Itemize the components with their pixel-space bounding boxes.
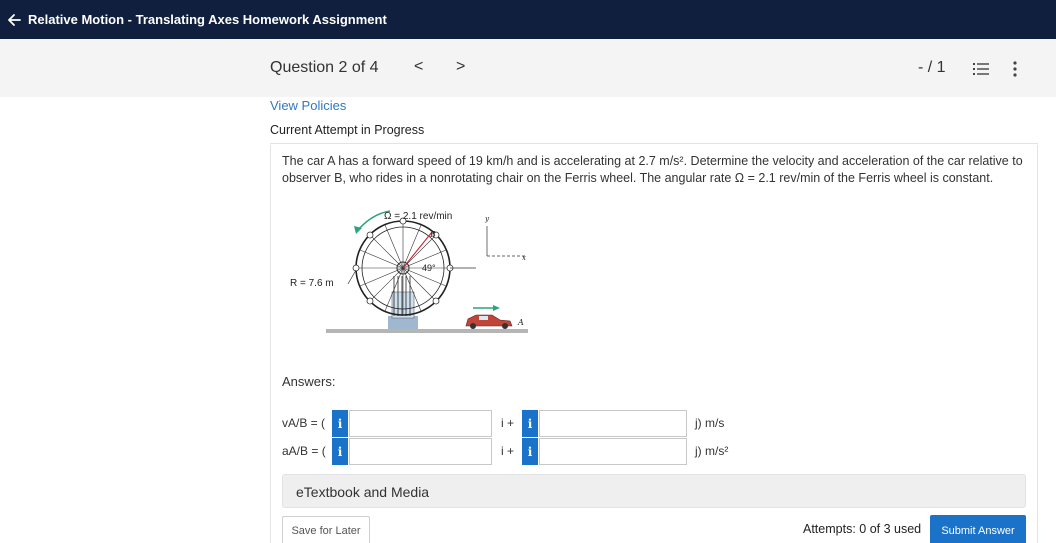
problem-figure: B 49° Ω = 2.1 rev/min R = 7.6 m y x A [280, 204, 532, 346]
axis-y-label: y [484, 215, 490, 223]
velocity-unit: j) m/s [695, 416, 725, 430]
acceleration-j-input[interactable] [539, 438, 687, 465]
next-question-button[interactable]: > [456, 58, 465, 76]
acceleration-mid-label: i + [501, 444, 515, 458]
point-a-label: A [517, 318, 524, 327]
list-icon[interactable] [973, 62, 989, 81]
omega-label: Ω = 2.1 rev/min [384, 211, 452, 222]
point-b-label: B [429, 230, 436, 239]
angle-label: 49° [422, 263, 436, 273]
velocity-label: vA/B = ( [282, 416, 326, 430]
velocity-mid-label: i + [501, 416, 515, 430]
radius-label: R = 7.6 m [290, 278, 334, 289]
more-vertical-icon[interactable] [1012, 61, 1018, 82]
question-score: - / 1 [918, 59, 946, 76]
question-counter: Question 2 of 4 [270, 59, 379, 76]
save-for-later-button[interactable]: Save for Later [282, 516, 370, 543]
etextbook-media-toggle[interactable]: eTextbook and Media [282, 474, 1026, 508]
previous-question-button[interactable]: < [414, 58, 423, 76]
submit-answer-button[interactable]: Submit Answer [930, 515, 1026, 543]
assignment-title: Relative Motion - Translating Axes Homew… [28, 12, 387, 27]
axis-x-label: x [522, 254, 526, 262]
car-icon [465, 314, 513, 329]
velocity-j-input[interactable] [539, 410, 687, 437]
top-header: Relative Motion - Translating Axes Homew… [0, 0, 1056, 39]
info-icon[interactable]: i [332, 410, 348, 437]
etextbook-label: eTextbook and Media [296, 484, 430, 500]
acceleration-answer-row: aA/B = ( i i + i j) m/s² [282, 438, 1022, 465]
view-policies-link[interactable]: View Policies [270, 98, 346, 113]
acceleration-i-input[interactable] [349, 438, 492, 465]
ferris-wheel-diagram: B 49° Ω = 2.1 rev/min R = 7.6 m y x A [290, 210, 528, 333]
question-bar: Question 2 of 4 < > - / 1 [0, 39, 1056, 97]
info-icon[interactable]: i [522, 410, 538, 437]
answers-heading: Answers: [282, 374, 336, 389]
divider [270, 143, 1038, 144]
acceleration-label: aA/B = ( [282, 444, 326, 458]
attempts-counter: Attempts: 0 of 3 used [803, 522, 922, 536]
problem-statement: The car A has a forward speed of 19 km/h… [282, 154, 1023, 185]
info-icon[interactable]: i [522, 438, 538, 465]
velocity-i-input[interactable] [349, 410, 492, 437]
info-icon[interactable]: i [332, 438, 348, 465]
acceleration-unit: j) m/s² [695, 444, 729, 458]
velocity-answer-row: vA/B = ( i i + i j) m/s [282, 410, 1022, 437]
back-arrow-icon[interactable] [3, 9, 25, 31]
attempt-status: Current Attempt in Progress [270, 123, 425, 137]
